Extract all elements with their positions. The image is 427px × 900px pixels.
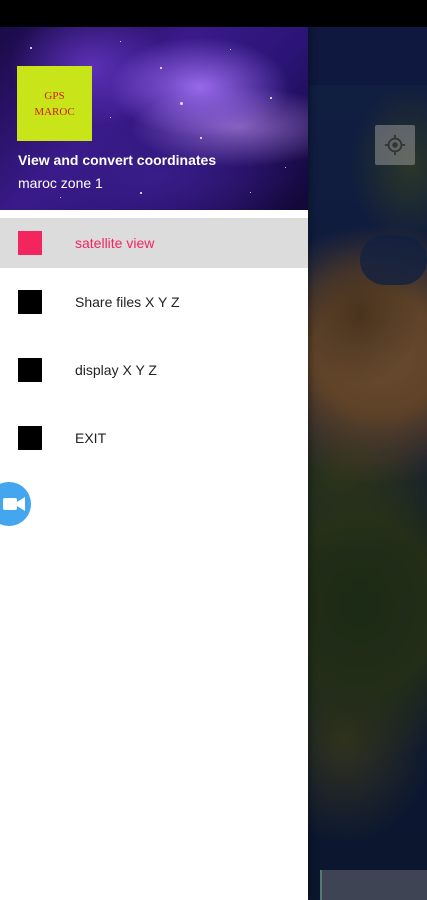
logo-line2: MAROC [34, 105, 75, 118]
drawer-menu: satellite view Share files X Y Z display… [0, 218, 308, 472]
navigation-drawer: GPS MAROC View and convert coordinates m… [0, 27, 308, 900]
video-camera-icon [3, 497, 25, 511]
gps-maroc-logo: GPS MAROC [17, 66, 92, 141]
drawer-header-subtitle: maroc zone 1 [18, 175, 103, 191]
menu-item-share-files[interactable]: Share files X Y Z [0, 268, 308, 336]
video-camera-button[interactable] [0, 482, 31, 526]
status-bar [0, 0, 427, 27]
menu-item-label: Share files X Y Z [75, 294, 180, 310]
menu-item-satellite-view[interactable]: satellite view [0, 218, 308, 268]
square-icon [18, 290, 42, 314]
drawer-header-title: View and convert coordinates [18, 152, 217, 168]
menu-item-exit[interactable]: EXIT [0, 404, 308, 472]
menu-item-display-xyz[interactable]: display X Y Z [0, 336, 308, 404]
drawer-header: GPS MAROC View and convert coordinates m… [0, 27, 308, 210]
menu-item-label: EXIT [75, 430, 107, 446]
square-icon [18, 426, 42, 450]
square-icon [18, 358, 42, 382]
menu-item-label: display X Y Z [75, 362, 157, 378]
menu-item-label: satellite view [75, 235, 155, 251]
square-icon [18, 231, 42, 255]
logo-line1: GPS [44, 89, 65, 102]
